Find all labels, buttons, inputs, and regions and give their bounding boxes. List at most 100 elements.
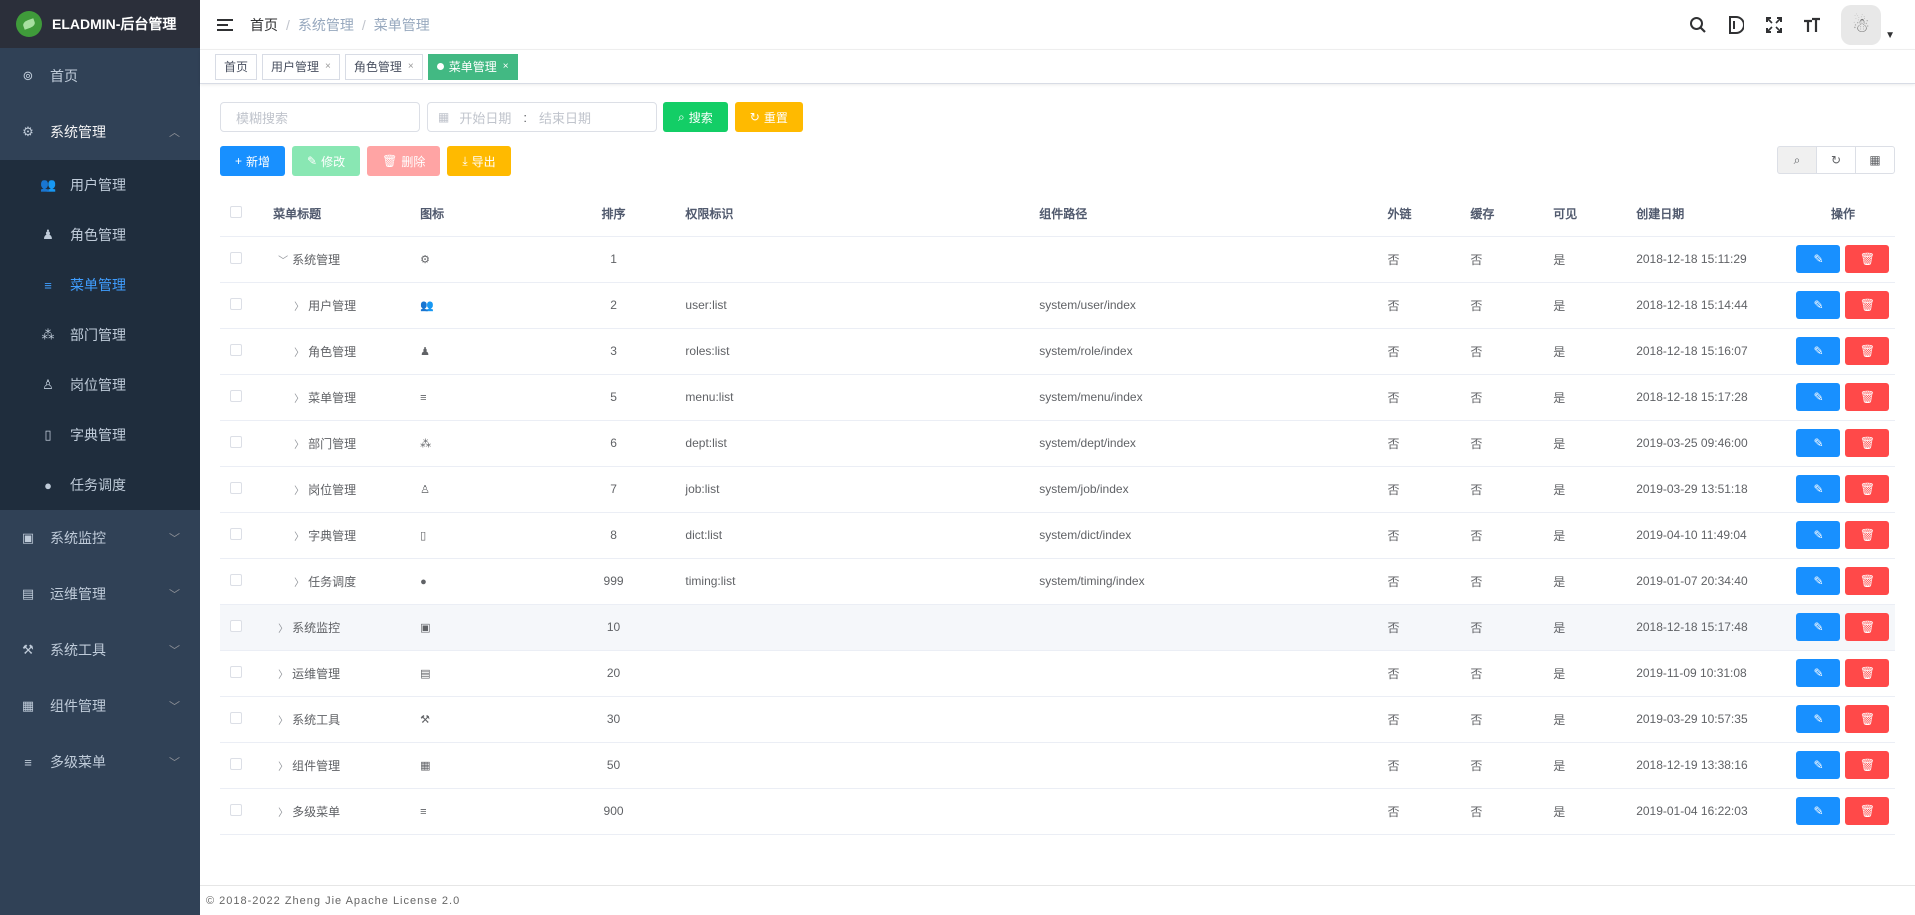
row-edit-button[interactable]: ✎: [1796, 337, 1841, 365]
chevron-right-icon[interactable]: 〉: [294, 436, 308, 451]
row-checkbox[interactable]: [230, 435, 242, 448]
caret-down-icon[interactable]: ▼: [1885, 30, 1895, 41]
row-delete-button[interactable]: 🗑: [1845, 475, 1890, 503]
tag[interactable]: 角色管理 ×: [344, 53, 423, 80]
chevron-right-icon[interactable]: 〉: [294, 298, 308, 313]
sidebar-subitem[interactable]: ≡ 菜单管理: [0, 260, 200, 310]
font-size-icon[interactable]: [1793, 0, 1831, 50]
chevron-right-icon[interactable]: 〉: [294, 528, 308, 543]
column-header[interactable]: 组件路径: [1039, 192, 1388, 237]
table-row[interactable]: 〉组件管理 ▦ 50 否否是 2018-12-19 13:38:16 ✎ 🗑: [220, 742, 1895, 789]
column-header[interactable]: 缓存: [1470, 192, 1554, 237]
end-date-input[interactable]: 结束日期: [539, 108, 591, 127]
row-delete-button[interactable]: 🗑: [1845, 567, 1890, 595]
row-delete-button[interactable]: 🗑: [1845, 705, 1890, 733]
sidebar-item[interactable]: ⚒ 系统工具 ﹀: [0, 622, 200, 678]
sidebar-subitem[interactable]: ▯ 字典管理: [0, 410, 200, 460]
sidebar-subitem[interactable]: ● 任务调度: [0, 460, 200, 510]
table-row[interactable]: 〉角色管理 ♟ 3 roles:list system/role/index 否否是 201…: [220, 328, 1895, 375]
chevron-down-icon[interactable]: ﹀: [278, 252, 292, 267]
delete-button[interactable]: 🗑 删除: [367, 146, 441, 176]
chevron-right-icon[interactable]: 〉: [294, 482, 308, 497]
row-checkbox[interactable]: [230, 297, 242, 310]
row-edit-button[interactable]: ✎: [1796, 613, 1841, 641]
column-header[interactable]: 权限标识: [685, 192, 1040, 237]
sidebar-item[interactable]: ▤ 运维管理 ﹀: [0, 566, 200, 622]
chevron-right-icon[interactable]: 〉: [294, 574, 308, 589]
row-checkbox[interactable]: [230, 711, 242, 724]
table-row[interactable]: 〉系统工具 ⚒ 30 否否是 2019-03-29 10:57:35 ✎ 🗑: [220, 696, 1895, 743]
row-delete-button[interactable]: 🗑: [1845, 291, 1890, 319]
row-delete-button[interactable]: 🗑: [1845, 797, 1890, 825]
table-row[interactable]: 〉多级菜单 ≡ 900 否否是 2019-01-04 16:22:03 ✎ 🗑: [220, 788, 1895, 835]
search-button[interactable]: ⌕ 搜索: [663, 102, 728, 132]
chevron-right-icon[interactable]: 〉: [278, 758, 292, 773]
columns-button[interactable]: ▦: [1855, 146, 1895, 174]
chevron-right-icon[interactable]: 〉: [294, 390, 308, 405]
add-button[interactable]: + 新增: [220, 146, 286, 176]
sidebar-item[interactable]: ▣ 系统监控 ﹀: [0, 510, 200, 566]
column-header[interactable]: 排序: [541, 192, 686, 237]
row-edit-button[interactable]: ✎: [1796, 245, 1841, 273]
row-edit-button[interactable]: ✎: [1796, 751, 1841, 779]
toggle-search-button[interactable]: ⌕: [1777, 146, 1817, 174]
fullscreen-icon[interactable]: [1755, 0, 1793, 50]
avatar[interactable]: ☃: [1841, 5, 1882, 45]
row-delete-button[interactable]: 🗑: [1845, 613, 1890, 641]
row-edit-button[interactable]: ✎: [1796, 659, 1841, 687]
row-checkbox[interactable]: [230, 757, 242, 770]
row-checkbox[interactable]: [230, 573, 242, 586]
row-edit-button[interactable]: ✎: [1796, 567, 1841, 595]
chevron-right-icon[interactable]: 〉: [278, 620, 292, 635]
column-header[interactable]: 创建日期: [1636, 192, 1791, 237]
table-row[interactable]: 〉部门管理 ⁂ 6 dept:list system/dept/index 否否是 2019…: [220, 420, 1895, 467]
table-row[interactable]: 〉字典管理 ▯ 8 dict:list system/dict/index 否否是 2019…: [220, 512, 1895, 559]
chevron-right-icon[interactable]: 〉: [278, 712, 292, 727]
sidebar-subitem[interactable]: ♟ 角色管理: [0, 210, 200, 260]
chevron-right-icon[interactable]: 〉: [294, 344, 308, 359]
row-edit-button[interactable]: ✎: [1796, 521, 1841, 549]
sidebar-subitem[interactable]: ⁂ 部门管理: [0, 310, 200, 360]
edit-button[interactable]: ✎ 修改: [292, 146, 361, 176]
row-checkbox[interactable]: [230, 251, 242, 264]
column-header[interactable]: 外链: [1387, 192, 1471, 237]
table-row[interactable]: 〉菜单管理 ≡ 5 menu:list system/menu/index 否否是 2018…: [220, 374, 1895, 421]
column-header[interactable]: 菜单标题: [273, 192, 421, 237]
row-edit-button[interactable]: ✎: [1796, 797, 1841, 825]
column-header[interactable]: 图标: [420, 192, 542, 237]
row-checkbox[interactable]: [230, 481, 242, 494]
row-edit-button[interactable]: ✎: [1796, 705, 1841, 733]
date-range-picker[interactable]: ▦ 开始日期 : 结束日期: [427, 102, 657, 132]
row-edit-button[interactable]: ✎: [1796, 429, 1841, 457]
sidebar-subitem[interactable]: ♙ 岗位管理: [0, 360, 200, 410]
row-edit-button[interactable]: ✎: [1796, 383, 1841, 411]
row-delete-button[interactable]: 🗑: [1845, 751, 1890, 779]
sidebar-item[interactable]: ≡ 多级菜单 ﹀: [0, 734, 200, 790]
sidebar-item[interactable]: ▦ 组件管理 ﹀: [0, 678, 200, 734]
close-icon[interactable]: ×: [325, 55, 331, 79]
close-icon[interactable]: ×: [408, 55, 414, 79]
row-delete-button[interactable]: 🗑: [1845, 337, 1890, 365]
reset-button[interactable]: ↻ 重置: [734, 102, 803, 132]
export-button[interactable]: ⤓ 导出: [447, 146, 511, 176]
logo[interactable]: ELADMIN-后台管理: [0, 0, 200, 48]
column-header[interactable]: 可见: [1553, 192, 1637, 237]
table-row[interactable]: ﹀ 系统管理 ⚙ 1 否否是 2018-12-18 15:11:29 ✎ 🗑: [220, 236, 1895, 283]
row-delete-button[interactable]: 🗑: [1845, 383, 1890, 411]
tag[interactable]: 用户管理 ×: [262, 53, 340, 80]
row-delete-button[interactable]: 🗑: [1845, 521, 1890, 549]
chevron-right-icon[interactable]: 〉: [278, 804, 292, 819]
row-delete-button[interactable]: 🗑: [1845, 245, 1890, 273]
tag[interactable]: 菜单管理 ×: [427, 53, 518, 80]
tag[interactable]: 首页: [215, 53, 258, 80]
table-row[interactable]: 〉系统监控 ▣ 10 否否是 2018-12-18 15:17:48 ✎ 🗑: [220, 604, 1895, 651]
sidebar-subitem[interactable]: 👥 用户管理: [0, 160, 200, 210]
search-input[interactable]: 模糊搜索: [220, 102, 420, 132]
row-checkbox[interactable]: [230, 343, 242, 356]
row-checkbox[interactable]: [230, 527, 242, 540]
table-row[interactable]: 〉运维管理 ▤ 20 否否是 2019-11-09 10:31:08 ✎ 🗑: [220, 650, 1895, 697]
breadcrumb-item-home[interactable]: 首页: [250, 15, 278, 35]
row-checkbox[interactable]: [230, 803, 242, 816]
sidebar-item[interactable]: ⊚ 首页: [0, 48, 200, 104]
select-all-checkbox[interactable]: [230, 206, 242, 219]
